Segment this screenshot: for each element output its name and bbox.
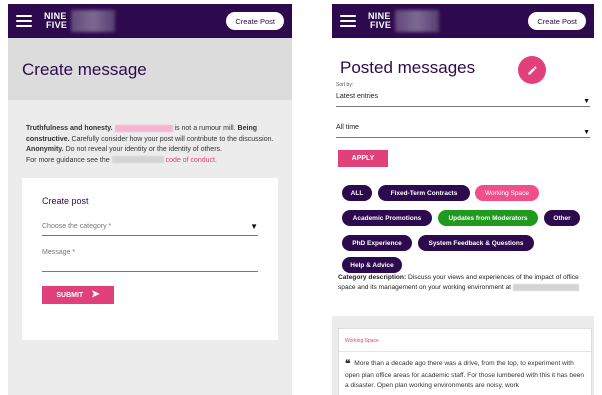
chip-system-feedback[interactable]: System Feedback & Questions: [418, 235, 534, 251]
message-label: Message *: [42, 249, 76, 256]
chip-help-advice[interactable]: Help & Advice: [342, 257, 402, 273]
chip-phd-experience[interactable]: PhD Experience: [342, 235, 412, 251]
category-placeholder: Choose the category *: [42, 223, 112, 230]
redacted-brand-image: [395, 10, 440, 32]
category-select[interactable]: Choose the category * ▼: [42, 220, 258, 236]
create-post-button[interactable]: Create Post: [226, 12, 284, 30]
chip-fixed-term-contracts[interactable]: Fixed-Term Contracts: [378, 185, 470, 201]
dropdown-arrow-icon: ▼: [583, 129, 590, 136]
chip-other[interactable]: Other: [544, 210, 580, 226]
title-band: Create message: [8, 38, 292, 100]
code-of-conduct-link[interactable]: code of conduct.: [166, 157, 217, 164]
redacted-institution-link: [114, 124, 173, 132]
guidance-truthfulness-heading: Truthfulness and honesty.: [26, 125, 113, 132]
submit-button[interactable]: SUBMIT ➤: [42, 286, 114, 304]
post-divider: [339, 351, 591, 352]
page-title: Posted messages: [340, 58, 476, 77]
logo-line2: FIVE: [46, 20, 68, 30]
top-bar: NINE FIVE Create Post: [8, 4, 292, 38]
dropdown-arrow-icon: ▼: [583, 98, 590, 105]
category-description-label: Category description:: [338, 274, 407, 281]
card-title: Create post: [42, 196, 89, 206]
message-input[interactable]: [42, 271, 258, 272]
sort-select[interactable]: Latest entries ▼: [336, 93, 590, 107]
redacted-institution-name: [111, 156, 164, 164]
top-bar: NINE FIVE Create Post: [332, 4, 594, 38]
logo[interactable]: NINE FIVE: [44, 12, 67, 30]
chip-all[interactable]: ALL: [342, 185, 372, 201]
logo[interactable]: NINE FIVE: [368, 12, 391, 30]
hamburger-menu-icon[interactable]: [340, 15, 356, 27]
logo-line2: FIVE: [370, 20, 392, 30]
redacted-institution-name: [512, 283, 579, 291]
quote-icon: ❝: [345, 359, 351, 370]
posted-messages-screen: NINE FIVE Create Post Posted messages So…: [332, 4, 594, 395]
hamburger-menu-icon[interactable]: [16, 15, 32, 27]
post-body: ❝ More than a decade ago there was a dri…: [345, 359, 587, 392]
new-post-fab[interactable]: [518, 56, 546, 84]
post-card[interactable]: Working Space ❝ More than a decade ago t…: [338, 328, 592, 395]
guidance-truthfulness-text: is not a rumour mill.: [174, 125, 236, 132]
category-description: Category description: Discuss your views…: [338, 273, 590, 293]
sort-value: Latest entries: [336, 93, 379, 100]
guidance-constructive-text: Carefully consider how your post will co…: [71, 135, 274, 143]
chip-academic-promotions[interactable]: Academic Promotions: [342, 210, 432, 226]
dropdown-arrow-icon: ▼: [250, 222, 258, 231]
chip-working-space[interactable]: Working Space: [475, 185, 539, 201]
create-post-button[interactable]: Create Post: [528, 12, 586, 30]
create-message-screen: NINE FIVE Create Post Create message Tru…: [8, 4, 292, 395]
send-icon: ➤: [91, 289, 100, 300]
redacted-brand-image: [71, 10, 116, 32]
time-range-select[interactable]: All time ▼: [336, 124, 590, 138]
message-feed: Working Space ❝ More than a decade ago t…: [332, 316, 594, 395]
guidance-more-text: For more guidance see the: [26, 156, 110, 164]
guidance-anonymity-text: Do not reveal your identity or the ident…: [65, 146, 222, 153]
sort-by-label: Sort by:: [336, 82, 354, 88]
post-text: More than a decade ago there was a drive…: [345, 360, 585, 389]
posting-guidance: Truthfulness and honesty. is not a rumou…: [8, 100, 292, 166]
page-title: Create message: [22, 60, 147, 79]
time-value: All time: [336, 124, 359, 131]
guidance-anonymity-heading: Anonymity.: [26, 146, 64, 153]
chip-updates-from-moderators[interactable]: Updates from Moderators: [438, 210, 538, 226]
post-category-tag[interactable]: Working Space: [345, 338, 379, 344]
submit-label: SUBMIT: [56, 291, 84, 299]
create-post-card: Create post Choose the category * ▼ Mess…: [22, 178, 278, 340]
pencil-icon: [527, 65, 537, 75]
apply-button[interactable]: APPLY: [338, 150, 388, 167]
